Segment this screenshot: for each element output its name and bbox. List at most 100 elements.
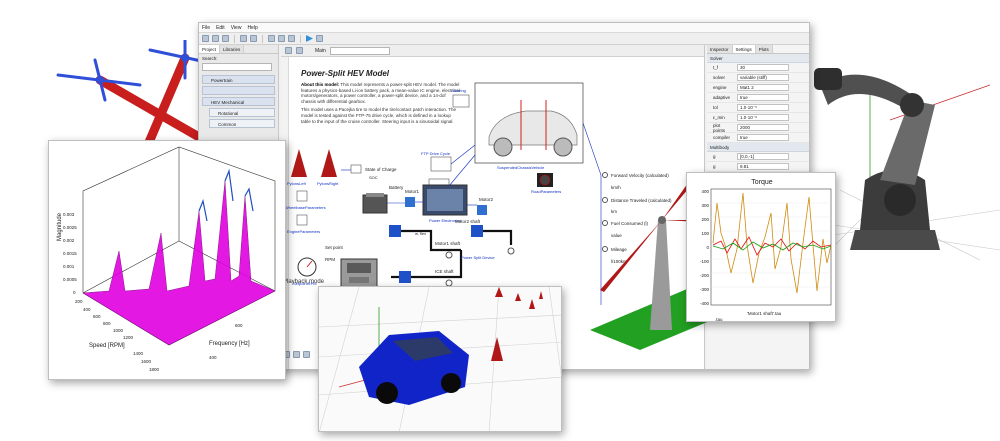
search-input[interactable] — [202, 63, 272, 71]
z-tick: 0 — [73, 290, 76, 295]
car-animation — [319, 287, 561, 431]
speed-tick: 800 — [103, 321, 111, 326]
soc-title: State of Charge — [365, 167, 397, 172]
tab-inspector[interactable]: Inspector — [707, 45, 733, 53]
menu-edit[interactable]: Edit — [216, 23, 225, 32]
torque-plot-card: Torque 400 300 200 100 0 -100 -200 -300 … — [686, 172, 836, 322]
undo-icon[interactable] — [240, 35, 247, 42]
setting-value[interactable]: 2000 — [737, 124, 789, 131]
battery-block[interactable] — [362, 193, 388, 214]
speedometer-block[interactable] — [537, 173, 553, 187]
freq-tick: 400 — [209, 355, 217, 360]
car-animation-card — [318, 286, 562, 432]
power-electronics-block[interactable] — [422, 184, 468, 216]
tab-settings[interactable]: Settings — [732, 45, 756, 53]
copy-icon[interactable] — [278, 35, 285, 42]
speed-tick: 200 — [75, 299, 83, 304]
setting-value[interactable]: true — [737, 94, 789, 101]
setting-row: compiler true — [707, 133, 809, 143]
tab-plots[interactable]: Plots — [755, 45, 773, 53]
torque-y-tick: -300 — [700, 287, 710, 292]
speed-tick: 400 — [83, 307, 91, 312]
library-item[interactable]: HEV Mechanical — [202, 97, 275, 106]
setting-row: plot points 2000 — [707, 123, 809, 133]
library-item[interactable]: Rotational — [209, 108, 275, 117]
multibody-section[interactable]: Multibody — [707, 143, 809, 152]
setting-value[interactable]: variable (stiff) — [737, 74, 789, 81]
forward-icon[interactable] — [303, 351, 310, 358]
menu-help[interactable]: Help — [247, 23, 257, 32]
powertrain-block[interactable] — [340, 258, 378, 288]
library-item[interactable]: Common — [209, 119, 275, 128]
spectrum-plot-card: Magnitude Speed [RPM] Frequency [Hz] 0.0… — [48, 140, 286, 380]
engine-params-block[interactable] — [296, 214, 308, 226]
toolbar-divider — [300, 34, 301, 43]
open-file-icon[interactable] — [212, 35, 219, 42]
save-icon[interactable] — [222, 35, 229, 42]
setting-value[interactable]: true — [737, 134, 789, 141]
motor1-block[interactable] — [405, 197, 415, 207]
setting-value[interactable]: 1.0·10⁻⁸ — [737, 114, 789, 121]
gear-block[interactable] — [389, 225, 401, 237]
speed-tick: 1000 — [113, 328, 124, 333]
flywheel-block[interactable] — [399, 271, 411, 283]
stop-icon[interactable] — [316, 35, 323, 42]
setting-row: ε_min 1.0·10⁻⁸ — [707, 113, 809, 123]
setting-value[interactable]: [0,0,-1] — [737, 153, 789, 160]
setting-row: tol 1.0·10⁻⁵ — [707, 103, 809, 113]
setting-value[interactable]: 9.81 — [737, 163, 789, 170]
torque-y-tick: -100 — [700, 259, 710, 264]
wheelbase-params-block[interactable] — [296, 190, 308, 202]
run-simulation-icon[interactable] — [306, 35, 313, 42]
speed-tick: 1200 — [123, 335, 134, 340]
wheel-ref-label-2: w, flex — [415, 231, 426, 236]
tab-libraries[interactable]: Libraries — [220, 45, 245, 53]
battery-label: Battery — [389, 185, 404, 190]
cut-icon[interactable] — [268, 35, 275, 42]
output-port[interactable] — [602, 172, 608, 178]
paste-icon[interactable] — [288, 35, 295, 42]
speed-tick: 1400 — [133, 351, 144, 356]
steering-label: Steering — [451, 88, 466, 93]
torque-y-tick: 0 — [706, 245, 709, 250]
ftp-drive-block[interactable] — [430, 156, 452, 172]
torque-y-tick: -400 — [700, 301, 710, 306]
new-file-icon[interactable] — [202, 35, 209, 42]
torque-plot: Torque 400 300 200 100 0 -100 -200 -300 … — [700, 179, 832, 322]
pylon-left-block[interactable] — [291, 149, 307, 177]
setting-value[interactable]: 30 — [737, 64, 789, 71]
setting-key: tol — [713, 105, 718, 110]
car-model — [359, 331, 469, 405]
spectrum-zlabel: Frequency [Hz] — [209, 341, 250, 347]
rpm-gauge[interactable] — [297, 257, 317, 277]
menu-file[interactable]: File — [202, 23, 210, 32]
torque-y-tick: -200 — [700, 273, 710, 278]
gear-block[interactable] — [471, 225, 483, 237]
setting-value[interactable]: Mat1 2 — [737, 84, 789, 91]
chassis-block[interactable] — [474, 82, 584, 164]
torque-legend-2: .tau — [715, 317, 723, 322]
pylon-right-block[interactable] — [321, 149, 337, 177]
setting-value[interactable]: 1.0·10⁻⁵ — [737, 104, 789, 111]
menu-view[interactable]: View — [231, 23, 242, 32]
freq-tick: 600 — [235, 323, 243, 328]
turbine-tower — [650, 220, 672, 330]
redo-icon[interactable] — [250, 35, 257, 42]
spectrum-xlabel: Speed [RPM] — [89, 343, 125, 349]
play-icon[interactable] — [293, 351, 300, 358]
solver-section[interactable]: Solver — [707, 54, 809, 63]
playback-controls — [283, 351, 310, 358]
tab-project[interactable]: Project — [199, 45, 221, 53]
torque-y-tick: 100 — [701, 231, 709, 236]
menu-bar: File Edit View Help — [199, 23, 809, 33]
shaft-sensor[interactable] — [507, 247, 515, 255]
library-item[interactable]: Powertrain — [202, 75, 275, 84]
motor2-block[interactable] — [477, 205, 487, 215]
setting-key: adaptive — [713, 95, 731, 100]
z-tick: 0.003 — [63, 212, 75, 217]
shaft-sensor[interactable] — [445, 251, 453, 259]
power-split-label: Power Split Device — [461, 255, 495, 260]
soc-display[interactable] — [350, 164, 362, 174]
steering-block[interactable] — [452, 94, 470, 108]
library-item[interactable] — [202, 86, 275, 95]
